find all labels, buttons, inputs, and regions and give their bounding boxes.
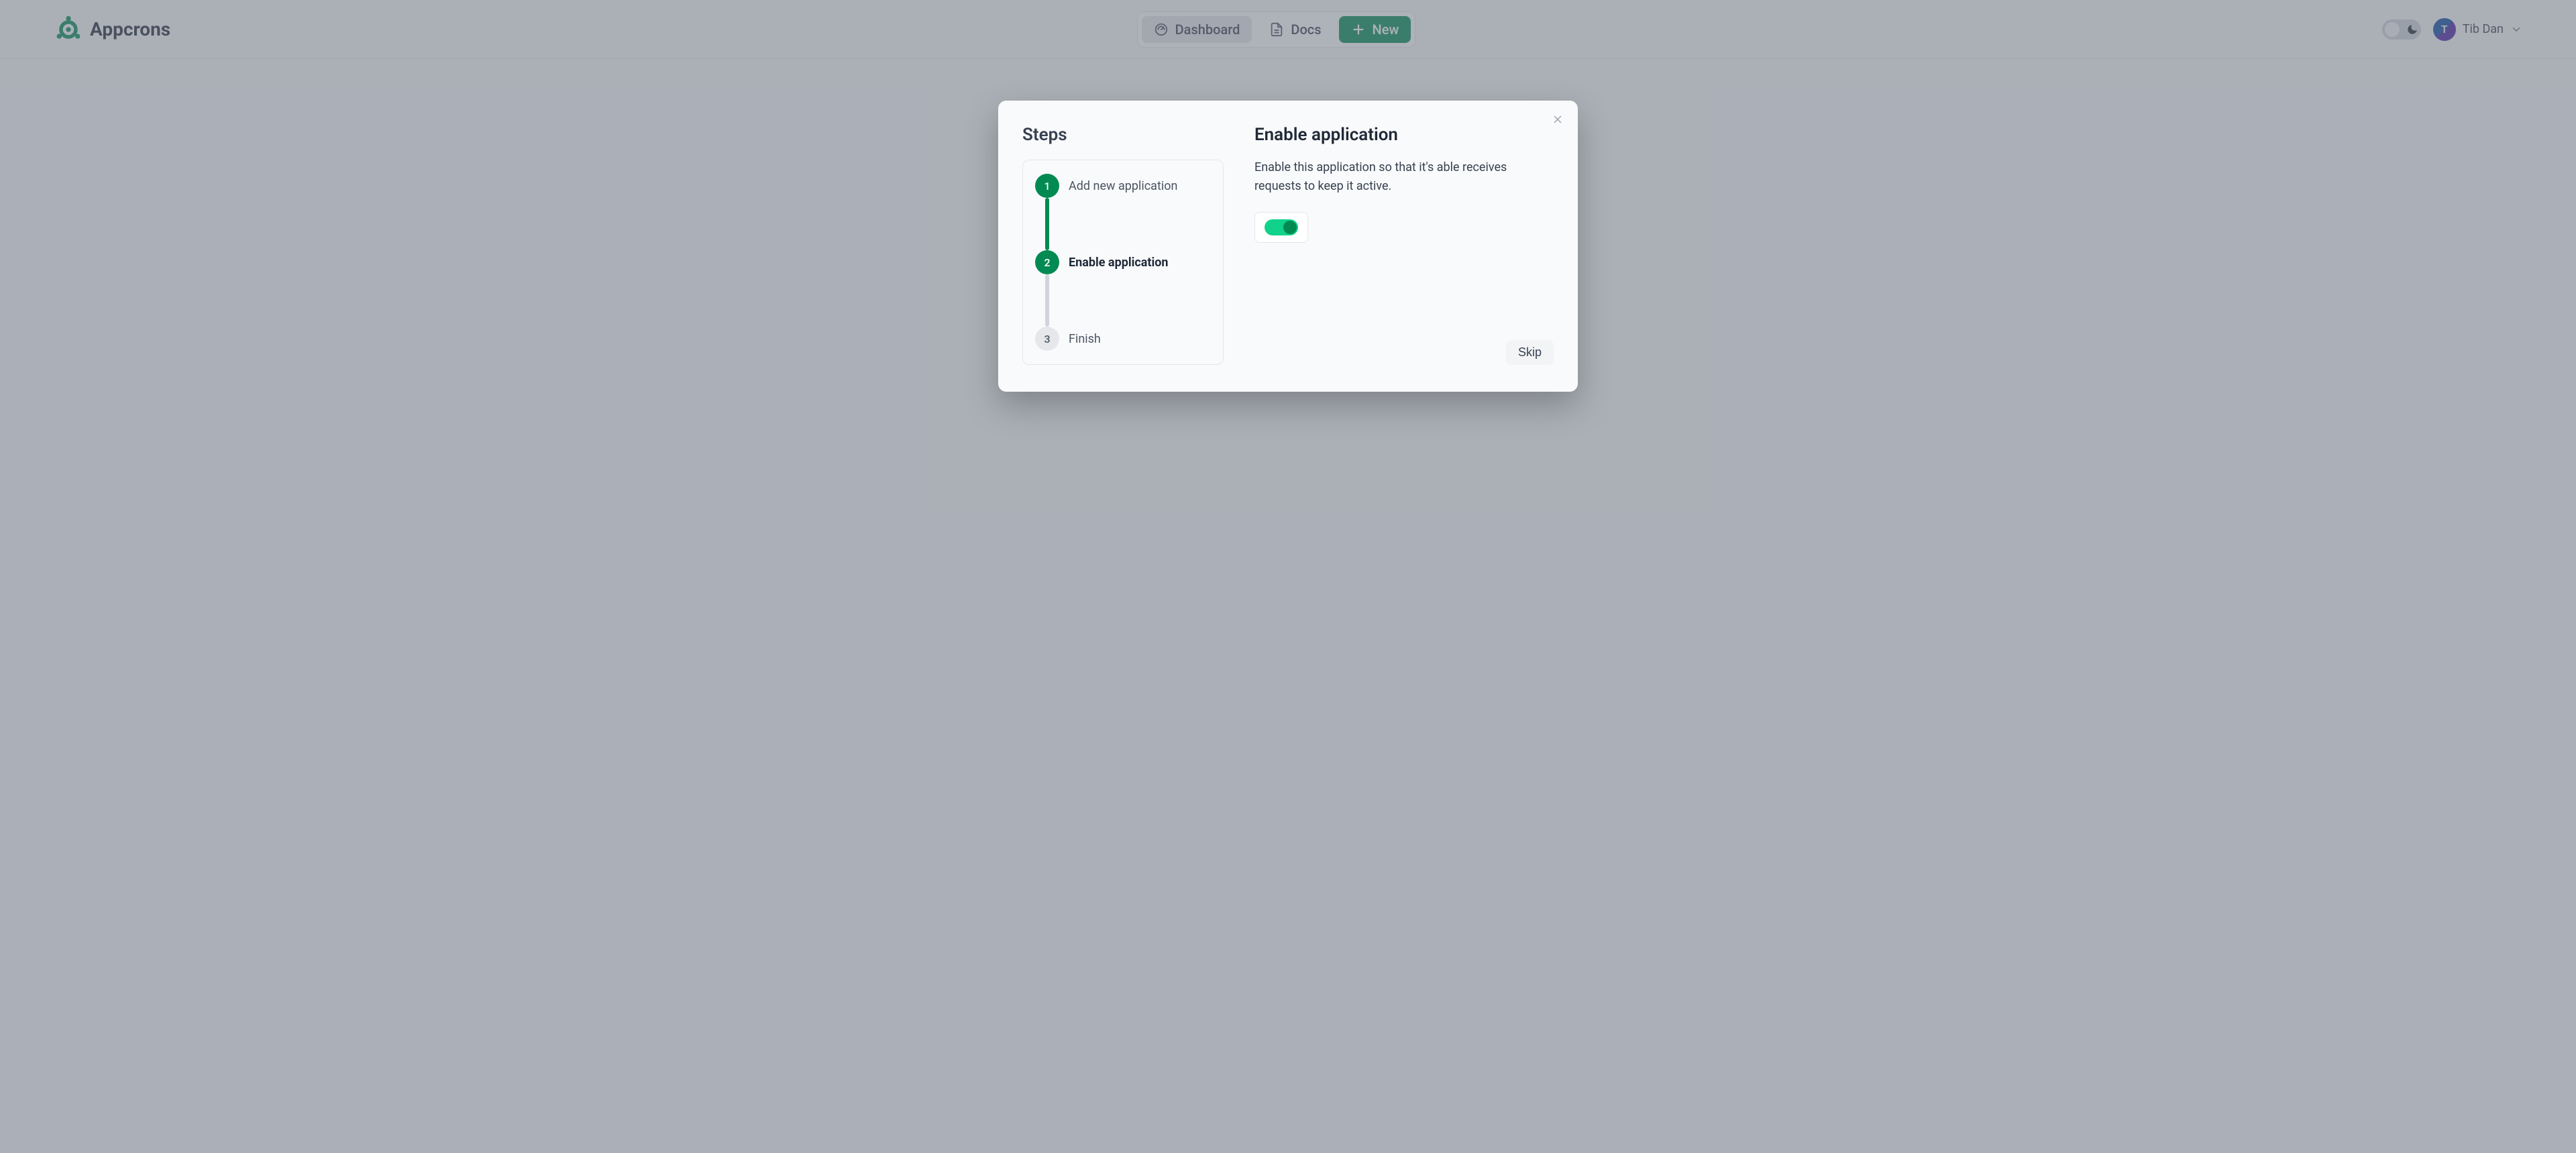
step-3: 3 Finish xyxy=(1035,327,1211,351)
skip-button[interactable]: Skip xyxy=(1506,340,1554,365)
step-2: 2 Enable application xyxy=(1035,250,1211,274)
step-3-label: Finish xyxy=(1069,332,1101,346)
step-2-label: Enable application xyxy=(1069,256,1168,270)
steps-list: 1 Add new application 2 Enable applicati… xyxy=(1022,160,1224,365)
step-1-bullet: 1 xyxy=(1035,174,1059,198)
onboarding-modal: Steps 1 Add new application 2 Enable app… xyxy=(998,101,1578,392)
toggle-knob xyxy=(1283,221,1297,234)
step-1-label: Add new application xyxy=(1069,179,1177,193)
steps-heading: Steps xyxy=(1022,125,1224,145)
step-1: 1 Add new application xyxy=(1035,174,1211,198)
enable-application-toggle[interactable] xyxy=(1254,212,1308,243)
modal-title: Enable application xyxy=(1254,125,1554,145)
modal-footer: Skip xyxy=(1254,266,1554,365)
step-2-bullet: 2 xyxy=(1035,250,1059,274)
step-connector-1 xyxy=(1045,198,1049,250)
steps-column: Steps 1 Add new application 2 Enable app… xyxy=(1022,125,1224,365)
modal-content: Enable application Enable this applicati… xyxy=(1254,125,1554,365)
modal-description: Enable this application so that it's abl… xyxy=(1254,158,1536,196)
toggle-track xyxy=(1265,219,1298,235)
close-icon xyxy=(1552,113,1564,128)
step-3-bullet: 3 xyxy=(1035,327,1059,351)
close-button[interactable] xyxy=(1548,111,1567,130)
modal-overlay[interactable]: Steps 1 Add new application 2 Enable app… xyxy=(0,0,2576,1153)
step-connector-2 xyxy=(1045,274,1049,327)
